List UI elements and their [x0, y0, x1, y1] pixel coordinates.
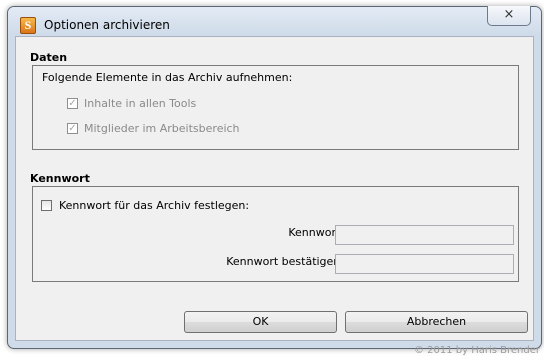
confirm-password-label: Kennwort bestätigen: [226, 255, 344, 268]
copyright-watermark: © 2011 by Haris Brender [413, 345, 540, 356]
check-icon: ✓ [68, 123, 77, 134]
section-title-kennwort: Kennwort [30, 172, 90, 185]
include-content-checkbox[interactable]: ✓ [67, 98, 78, 109]
include-members-checkbox[interactable]: ✓ [67, 123, 78, 134]
include-content-label: Inhalte in allen Tools [84, 97, 197, 110]
set-password-checkbox[interactable] [41, 200, 52, 211]
set-password-label[interactable]: Kennwort für das Archiv festlegen: [59, 199, 249, 212]
confirm-password-field[interactable] [335, 254, 514, 274]
daten-groupbox: Folgende Elemente in das Archiv aufnehme… [32, 65, 519, 150]
ok-button[interactable]: OK [184, 311, 337, 333]
title-bar[interactable]: S Optionen archivieren × [8, 6, 541, 35]
dialog-content: Daten Folgende Elemente in das Archiv au… [15, 36, 534, 341]
dialog-window: S Optionen archivieren × Daten Folgende … [7, 6, 542, 349]
app-icon: S [20, 17, 36, 34]
window-title: Optionen archivieren [44, 18, 170, 32]
close-button[interactable]: × [487, 6, 531, 26]
check-icon: ✓ [68, 98, 77, 109]
close-icon: × [503, 7, 515, 22]
kennwort-groupbox: Kennwort für das Archiv festlegen: Kennw… [32, 186, 519, 282]
password-field[interactable] [335, 225, 514, 245]
include-elements-label: Folgende Elemente in das Archiv aufnehme… [42, 71, 293, 84]
include-members-label: Mitglieder im Arbeitsbereich [84, 122, 240, 135]
cancel-button[interactable]: Abbrechen [345, 311, 528, 333]
section-title-daten: Daten [30, 51, 68, 64]
